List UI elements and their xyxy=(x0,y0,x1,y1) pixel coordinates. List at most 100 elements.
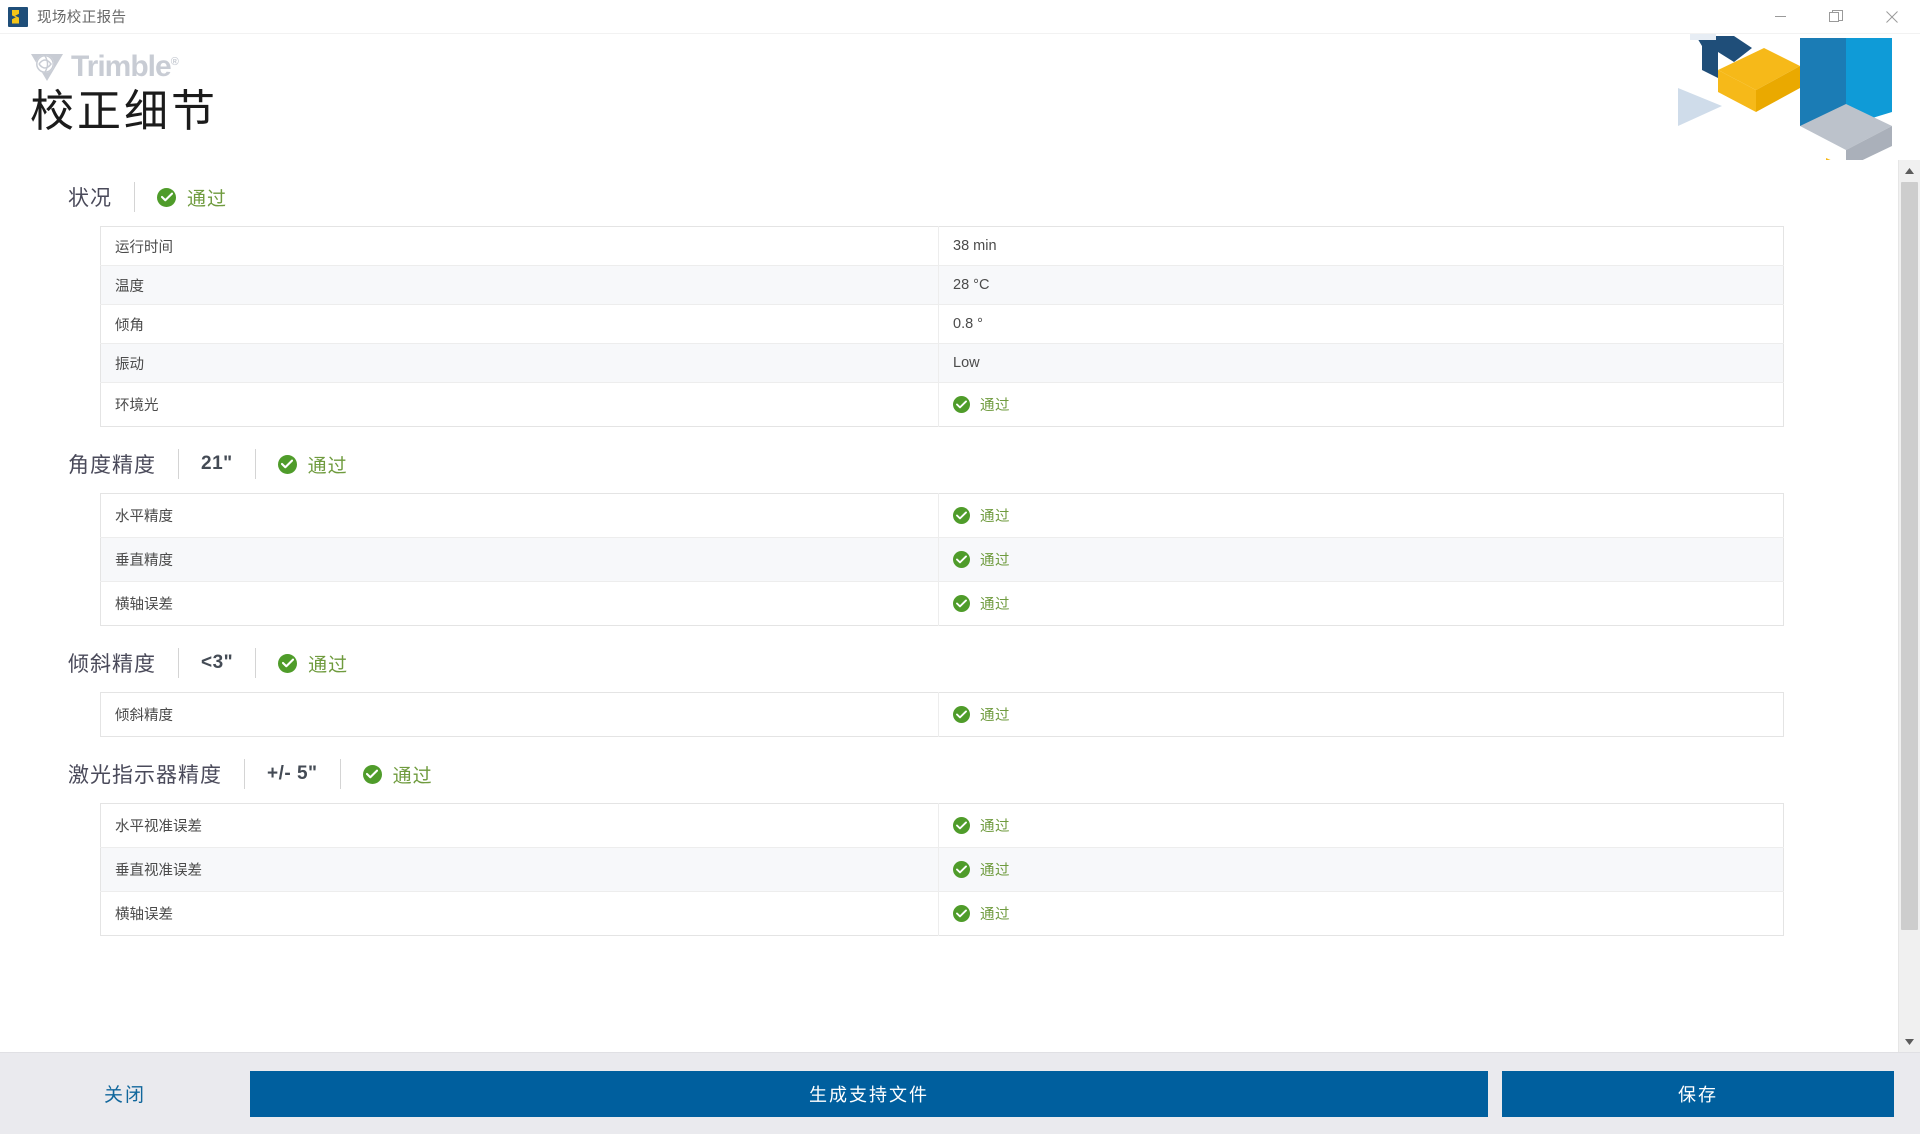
row-value: 通过 xyxy=(938,847,1784,892)
table-row: 环境光 通过 xyxy=(100,382,1784,427)
table-row: 运行时间 38 min xyxy=(100,226,1784,266)
section-status-badge: 通过 xyxy=(278,650,348,677)
table-row: 横轴误差 通过 xyxy=(100,581,1784,626)
divider xyxy=(254,449,256,479)
row-status-badge: 通过 xyxy=(953,505,1769,526)
section-title: 倾斜精度 xyxy=(68,653,156,676)
row-label: 倾斜精度 xyxy=(100,692,939,737)
isometric-cubes-decoration xyxy=(1678,34,1892,160)
row-value: 38 min xyxy=(938,226,1784,266)
pass-check-icon xyxy=(953,817,970,834)
row-label: 运行时间 xyxy=(100,226,939,266)
close-button[interactable] xyxy=(1864,0,1920,34)
vertical-scrollbar[interactable] xyxy=(1898,160,1920,1052)
divider xyxy=(244,759,245,789)
table-row: 垂直精度 通过 xyxy=(100,537,1784,582)
trimble-globe-icon xyxy=(31,54,63,81)
divider xyxy=(134,182,135,212)
row-status-label: 通过 xyxy=(980,708,1010,724)
section-threshold-value: 21" xyxy=(201,453,233,474)
footer-actions: 关闭 生成支持文件 保存 xyxy=(0,1052,1920,1134)
section-table: 运行时间 38 min 温度 28 °C 倾角 0.8 ° 振动 Low 环境光 通过 xyxy=(100,226,1784,427)
window-title: 现场校正报告 xyxy=(37,10,127,26)
row-value: 通过 xyxy=(939,892,1784,936)
divider xyxy=(339,759,341,789)
divider xyxy=(178,648,179,678)
table-row: 温度 28 °C xyxy=(100,265,1784,305)
pass-check-icon xyxy=(953,507,970,524)
table-row: 水平视准误差 通过 xyxy=(100,803,1784,848)
row-label: 垂直视准误差 xyxy=(100,847,939,892)
pass-check-icon xyxy=(362,764,382,784)
table-row: 倾斜精度 通过 xyxy=(100,692,1784,737)
row-label: 横轴误差 xyxy=(100,581,939,626)
section-title: 激光指示器精度 xyxy=(68,764,222,787)
row-status-badge: 通过 xyxy=(953,394,1769,415)
report-section: 状况 通过 运行时间 38 min 温度 28 °C 倾角 0.8 ° 振动 Low 环境光 通过 xyxy=(0,182,1898,427)
row-label: 倾角 xyxy=(100,304,939,344)
divider xyxy=(178,449,179,479)
scrollbar-thumb[interactable] xyxy=(1901,182,1918,930)
row-value: 通过 xyxy=(939,693,1784,737)
scroll-up-button[interactable] xyxy=(1899,160,1920,182)
row-value: 通过 xyxy=(938,493,1784,538)
row-value: 28 °C xyxy=(938,265,1784,305)
table-row: 倾角 0.8 ° xyxy=(100,304,1784,344)
restore-icon xyxy=(1829,9,1843,22)
pass-check-icon xyxy=(278,653,298,673)
table-row: 水平精度 通过 xyxy=(100,493,1784,538)
section-status-label: 通过 xyxy=(307,455,348,477)
section-title: 状况 xyxy=(68,187,112,210)
report-header: Trimble® 校正细节 xyxy=(0,34,1920,160)
pass-check-icon xyxy=(953,861,970,878)
row-status-badge: 通过 xyxy=(953,815,1769,836)
section-header: 状况 通过 xyxy=(68,182,1898,212)
report-section: 角度精度 21" 通过 水平精度 通过 垂直精度 通过 横轴误差 通过 xyxy=(0,449,1898,626)
row-status-label: 通过 xyxy=(980,819,1010,835)
brand-name-text: Trimble xyxy=(71,50,172,83)
calibration-report-window: 现场校正报告 Trimble® 校正细节 状况 通过 运行时间 38 min 温… xyxy=(0,0,1920,1134)
row-status-badge: 通过 xyxy=(953,549,1769,570)
row-label: 水平视准误差 xyxy=(100,803,939,848)
pass-check-icon xyxy=(953,551,970,568)
minimize-button[interactable] xyxy=(1752,0,1808,34)
pass-check-icon xyxy=(277,454,297,474)
save-button[interactable]: 保存 xyxy=(1502,1070,1894,1117)
restore-button[interactable] xyxy=(1808,0,1864,34)
row-value: 通过 xyxy=(938,537,1784,582)
section-header: 激光指示器精度 +/- 5" 通过 xyxy=(68,759,1898,789)
row-status-badge: 通过 xyxy=(953,593,1769,614)
section-header: 角度精度 21" 通过 xyxy=(68,449,1898,479)
scrollbar-track[interactable] xyxy=(1899,182,1920,1030)
row-status-badge: 通过 xyxy=(953,859,1769,880)
title-bar: 现场校正报告 xyxy=(0,0,1920,34)
brand-lockup: Trimble® xyxy=(30,50,179,83)
scroll-down-button[interactable] xyxy=(1899,1030,1920,1052)
row-status-badge: 通过 xyxy=(953,704,1769,725)
row-status-label: 通过 xyxy=(980,597,1010,613)
report-body: 状况 通过 运行时间 38 min 温度 28 °C 倾角 0.8 ° 振动 Low 环境光 通过 角度… xyxy=(0,160,1920,1052)
pass-check-icon xyxy=(953,396,970,413)
row-label: 横轴误差 xyxy=(100,891,939,936)
pass-check-icon xyxy=(953,706,970,723)
section-title: 角度精度 xyxy=(68,454,156,477)
divider xyxy=(255,648,257,678)
row-label: 振动 xyxy=(100,343,939,383)
row-value: Low xyxy=(938,343,1784,383)
row-value: 通过 xyxy=(939,582,1784,626)
row-label: 水平精度 xyxy=(100,493,939,538)
row-status-label: 通过 xyxy=(980,509,1010,525)
row-label: 垂直精度 xyxy=(100,537,939,582)
table-row: 振动 Low xyxy=(100,343,1784,383)
close-button-footer[interactable]: 关闭 xyxy=(0,1080,250,1107)
chevron-down-icon xyxy=(1905,1038,1914,1045)
brand-trademark: ® xyxy=(170,56,179,68)
row-label: 环境光 xyxy=(100,382,939,427)
row-label: 温度 xyxy=(100,265,939,305)
generate-support-file-button[interactable]: 生成支持文件 xyxy=(250,1070,1488,1117)
page-title: 校正细节 xyxy=(30,87,218,136)
section-table: 水平视准误差 通过 垂直视准误差 通过 横轴误差 通过 xyxy=(100,803,1784,936)
brand-name: Trimble® xyxy=(71,50,179,83)
row-status-label: 通过 xyxy=(980,553,1010,569)
row-status-label: 通过 xyxy=(980,907,1010,923)
